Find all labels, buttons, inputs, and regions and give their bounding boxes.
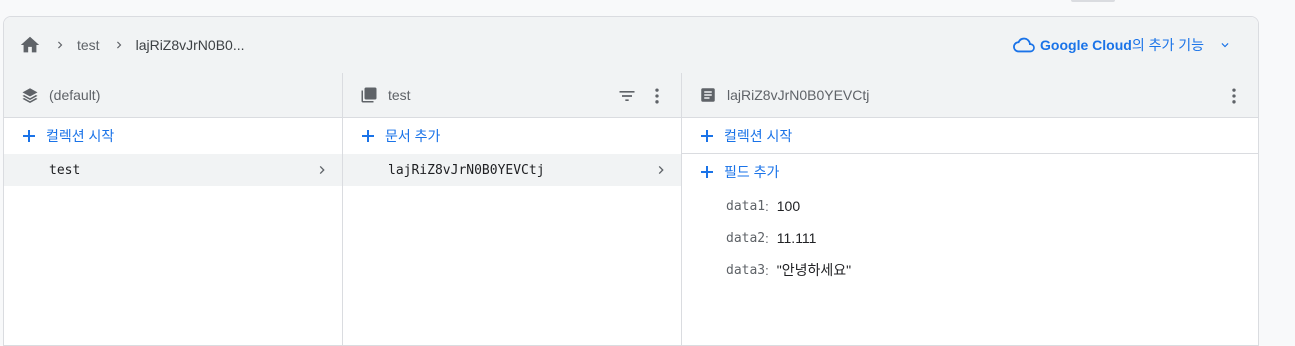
database-column-header: (default)	[4, 73, 342, 118]
start-subcollection-button[interactable]: 컬렉션 시작	[682, 118, 1258, 154]
collection-title: test	[388, 87, 411, 103]
chevron-down-icon	[1218, 38, 1232, 52]
field-colon: :	[765, 262, 769, 278]
firestore-data-panel: test lajRiZ8vJrN0B0... Google Cloud 의 추가…	[3, 16, 1259, 346]
field-colon: :	[765, 230, 769, 246]
field-value: 100	[776, 198, 801, 214]
document-id: lajRiZ8vJrN0B0YEVCtj	[388, 162, 545, 178]
document-list-item[interactable]: lajRiZ8vJrN0B0YEVCtj	[343, 154, 681, 186]
top-tab-stub	[1071, 0, 1115, 2]
collection-column: test 문서 추가 lajRiZ8vJrN0B0YEVCtj	[343, 73, 682, 345]
start-subcollection-label: 컬렉션 시작	[724, 127, 793, 144]
start-collection-label: 컬렉션 시작	[46, 128, 115, 144]
document-column: lajRiZ8vJrN0B0YEVCtj 컬렉션 시작 필드 추가 data1:…	[682, 73, 1258, 345]
add-document-label: 문서 추가	[385, 128, 441, 144]
field-key: data1	[726, 198, 766, 214]
collection-column-header: test	[343, 73, 681, 118]
collection-list-item[interactable]: test	[4, 154, 342, 186]
database-stack-icon	[20, 85, 40, 105]
field-row[interactable]: data2: 11.111	[682, 222, 1258, 254]
filter-icon[interactable]	[615, 84, 639, 108]
field-key: data2	[726, 230, 766, 246]
add-field-label: 필드 추가	[724, 164, 780, 180]
plus-icon	[361, 129, 375, 143]
field-value: 11.111	[776, 230, 817, 246]
breadcrumb-item-document[interactable]: lajRiZ8vJrN0B0...	[136, 37, 245, 53]
field-key: data3	[726, 262, 766, 278]
chevron-right-icon	[319, 166, 325, 174]
plus-icon	[22, 129, 36, 143]
field-colon: :	[765, 198, 769, 214]
chevron-right-icon	[658, 166, 664, 174]
google-cloud-brand: Google Cloud	[1040, 37, 1132, 53]
google-cloud-suffix: 의 추가 기능	[1131, 37, 1204, 53]
chevron-right-icon	[112, 38, 126, 52]
field-row[interactable]: data1: 100	[682, 190, 1258, 222]
panel-toolbar: test lajRiZ8vJrN0B0... Google Cloud 의 추가…	[4, 17, 1258, 74]
home-icon[interactable]	[19, 34, 41, 56]
chevron-right-icon	[53, 38, 67, 52]
document-title: lajRiZ8vJrN0B0YEVCtj	[727, 87, 870, 103]
add-field-button[interactable]: 필드 추가	[682, 154, 1258, 190]
start-collection-button[interactable]: 컬렉션 시작	[4, 118, 342, 154]
document-icon	[698, 85, 718, 105]
plus-icon	[700, 165, 714, 179]
breadcrumb: test lajRiZ8vJrN0B0...	[19, 33, 245, 57]
database-title: (default)	[49, 87, 101, 103]
document-column-header: lajRiZ8vJrN0B0YEVCtj	[682, 73, 1258, 118]
database-column: (default) 컬렉션 시작 test	[4, 73, 343, 345]
cloud-icon	[1013, 37, 1035, 53]
add-document-button[interactable]: 문서 추가	[343, 118, 681, 154]
field-value: "안녕하세요"	[776, 262, 852, 278]
field-row[interactable]: data3: "안녕하세요"	[682, 254, 1258, 286]
collection-icon	[359, 85, 379, 105]
breadcrumb-item-collection[interactable]: test	[77, 37, 100, 53]
collection-name: test	[49, 162, 81, 178]
plus-icon	[700, 129, 714, 143]
more-vert-icon[interactable]	[645, 84, 669, 108]
google-cloud-extensions-button[interactable]: Google Cloud 의 추가 기능	[1013, 35, 1232, 55]
more-vert-icon[interactable]	[1222, 84, 1246, 108]
